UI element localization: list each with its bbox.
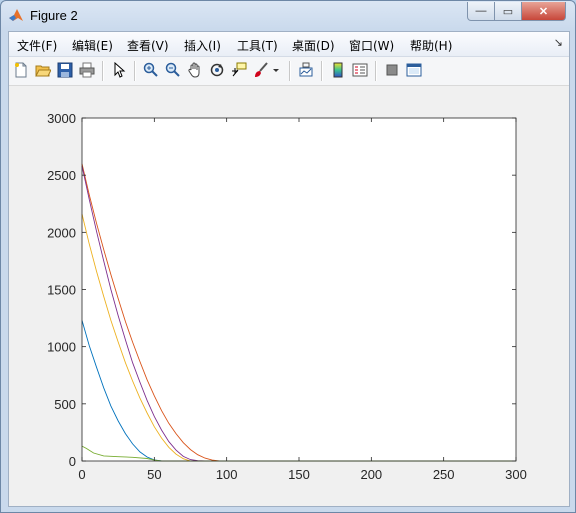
close-icon: ✕ — [538, 5, 549, 18]
minimize-button[interactable]: — — [467, 2, 495, 21]
x-tick-label: 300 — [505, 467, 527, 482]
toolbar-separator — [375, 61, 377, 81]
minimize-icon: — — [475, 5, 487, 17]
maximize-button[interactable]: ▭ — [494, 2, 522, 21]
rotate-3d-icon[interactable] — [208, 61, 226, 79]
x-tick-label: 100 — [216, 467, 238, 482]
pan-hand-icon[interactable] — [186, 61, 204, 79]
figure-client-area: 文件(F) 编辑(E) 查看(V) 插入(I) 工具(T) 桌面(D) 窗口(W… — [8, 31, 570, 507]
data-cursor-icon[interactable] — [230, 61, 248, 79]
toolbar-separator — [289, 61, 291, 81]
colorbar-icon[interactable] — [329, 61, 347, 79]
x-tick-label: 200 — [360, 467, 382, 482]
new-figure-icon[interactable] — [12, 61, 30, 79]
menu-bar: 文件(F) 编辑(E) 查看(V) 插入(I) 工具(T) 桌面(D) 窗口(W… — [9, 32, 569, 57]
x-tick-label: 50 — [147, 467, 161, 482]
title-bar[interactable]: Figure 2 — ▭ ✕ — [1, 1, 575, 30]
toolbar-separator — [134, 61, 136, 81]
window-title: Figure 2 — [30, 8, 78, 23]
y-tick-label: 1500 — [47, 283, 76, 298]
menu-view[interactable]: 查看(V) — [127, 37, 169, 54]
y-tick-label: 0 — [69, 454, 76, 469]
open-file-icon[interactable] — [34, 61, 52, 79]
menu-overflow-icon[interactable]: ↘ — [554, 36, 563, 49]
x-tick-label: 0 — [78, 467, 85, 482]
menu-window[interactable]: 窗口(W) — [349, 37, 394, 54]
save-icon[interactable] — [56, 61, 74, 79]
hide-plot-tools-icon[interactable] — [383, 61, 401, 79]
brush-dropdown-icon[interactable] — [271, 61, 281, 79]
zoom-out-icon[interactable] — [164, 61, 182, 79]
x-tick-label: 150 — [288, 467, 310, 482]
menu-edit[interactable]: 编辑(E) — [72, 37, 113, 54]
line-chart: 0 50 100 150 200 250 3000500100015002000250030… — [47, 111, 527, 482]
print-icon[interactable] — [78, 61, 96, 79]
menu-file[interactable]: 文件(F) — [17, 37, 57, 54]
figure-window: Figure 2 — ▭ ✕ 文件(F) 编辑(E) 查看(V) 插入(I) 工… — [0, 0, 576, 513]
y-tick-label: 2500 — [47, 168, 76, 183]
select-arrow-icon[interactable] — [110, 61, 128, 79]
zoom-in-icon[interactable] — [142, 61, 160, 79]
axes-background — [82, 118, 516, 461]
brush-icon[interactable] — [252, 61, 270, 79]
menu-help[interactable]: 帮助(H) — [410, 37, 452, 54]
y-tick-label: 500 — [54, 397, 76, 412]
y-tick-label: 3000 — [47, 111, 76, 126]
matlab-logo-icon — [9, 9, 23, 21]
figure-toolbar — [9, 57, 569, 86]
show-plot-tools-icon[interactable] — [405, 61, 423, 79]
toolbar-separator — [321, 61, 323, 81]
figure-canvas: 0 50 100 150 200 250 300 0 500 1000 1500 2000 2500 30… — [9, 86, 569, 506]
close-button[interactable]: ✕ — [521, 2, 566, 21]
x-tick-label: 250 — [433, 467, 455, 482]
menu-tools[interactable]: 工具(T) — [237, 37, 278, 54]
menu-desktop[interactable]: 桌面(D) — [292, 37, 335, 54]
menu-insert[interactable]: 插入(I) — [184, 37, 221, 54]
link-plot-icon[interactable] — [297, 61, 315, 79]
legend-icon[interactable] — [351, 61, 369, 79]
toolbar-separator — [102, 61, 104, 81]
y-tick-label: 1000 — [47, 340, 76, 355]
y-tick-label: 2000 — [47, 225, 76, 240]
maximize-icon: ▭ — [502, 5, 514, 18]
